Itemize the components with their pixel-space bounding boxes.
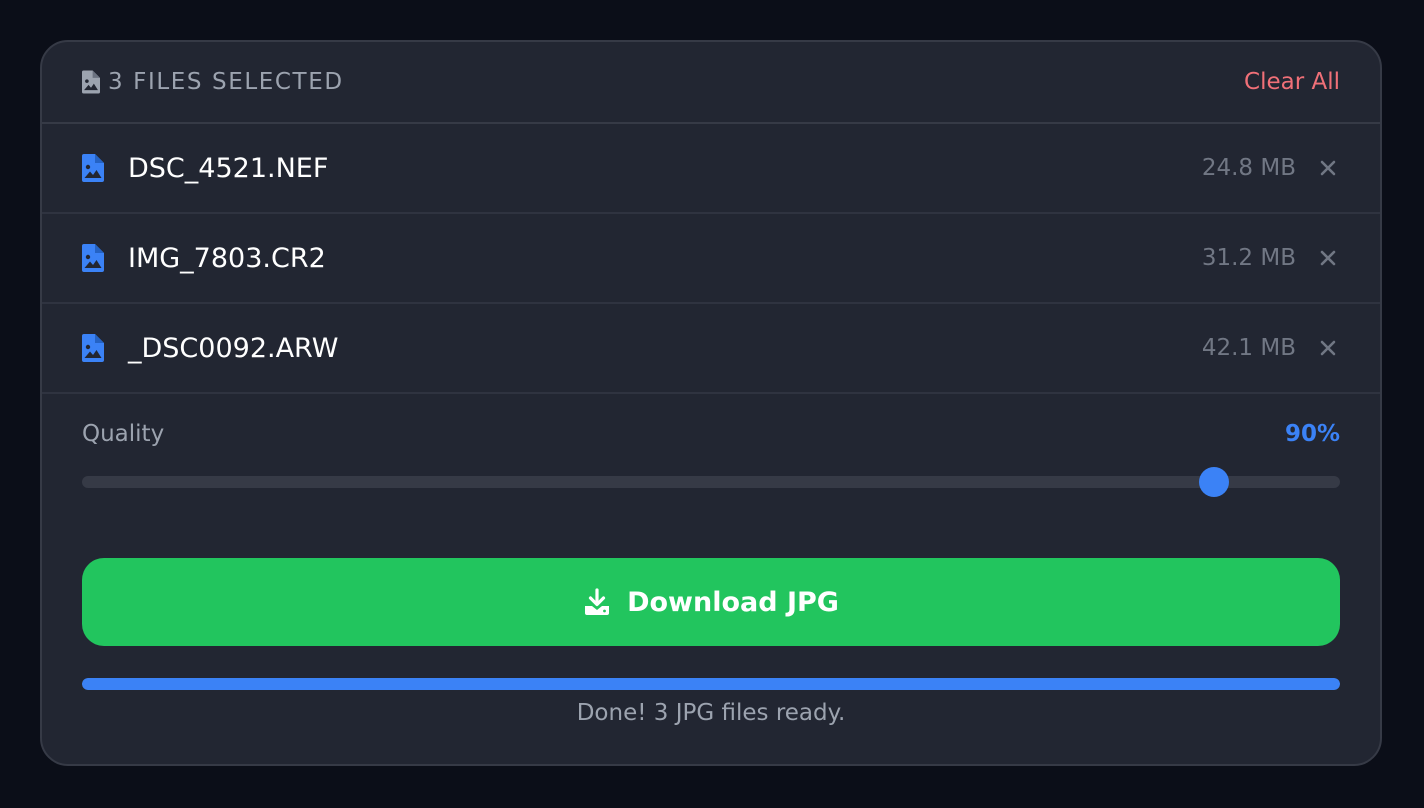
quality-section: Quality 90%: [42, 414, 1380, 497]
file-name: DSC_4521.NEF: [128, 152, 329, 184]
download-label: Download JPG: [627, 586, 839, 618]
quality-slider-thumb[interactable]: [1199, 467, 1230, 497]
remove-file-button[interactable]: [1316, 246, 1340, 270]
close-icon: [1320, 250, 1336, 266]
file-image-icon: [82, 244, 104, 272]
progress-fill: [82, 678, 1340, 690]
header-title-group: 3 FILES SELECTED: [82, 69, 344, 95]
progress-bar: [82, 678, 1340, 690]
converter-panel: 3 FILES SELECTED Clear All DSC_4521.NEF …: [40, 40, 1382, 766]
file-name: _DSC0092.ARW: [128, 332, 339, 364]
file-name: IMG_7803.CR2: [128, 242, 326, 274]
download-button[interactable]: Download JPG: [82, 558, 1340, 646]
clear-all-button[interactable]: Clear All: [1244, 69, 1340, 95]
file-row: _DSC0092.ARW 42.1 MB: [42, 304, 1380, 394]
remove-file-button[interactable]: [1316, 156, 1340, 180]
files-selected-title: 3 FILES SELECTED: [108, 69, 344, 95]
quality-header: Quality 90%: [82, 414, 1340, 454]
file-size: 31.2 MB: [1201, 245, 1296, 271]
panel-header: 3 FILES SELECTED Clear All: [42, 42, 1380, 124]
download-icon: [585, 588, 610, 615]
quality-label: Quality: [82, 421, 165, 447]
file-size: 42.1 MB: [1201, 335, 1296, 361]
file-row: IMG_7803.CR2 31.2 MB: [42, 214, 1380, 304]
file-image-icon: [82, 70, 100, 94]
close-icon: [1320, 160, 1336, 176]
status-text: Done! 3 JPG files ready.: [576, 700, 846, 726]
file-image-icon: [82, 154, 104, 182]
file-image-icon: [82, 334, 104, 362]
close-icon: [1320, 340, 1336, 356]
quality-slider[interactable]: [82, 467, 1340, 497]
file-row: DSC_4521.NEF 24.8 MB: [42, 124, 1380, 214]
remove-file-button[interactable]: [1316, 336, 1340, 360]
quality-value: 90%: [1284, 421, 1340, 447]
file-size: 24.8 MB: [1201, 155, 1296, 181]
